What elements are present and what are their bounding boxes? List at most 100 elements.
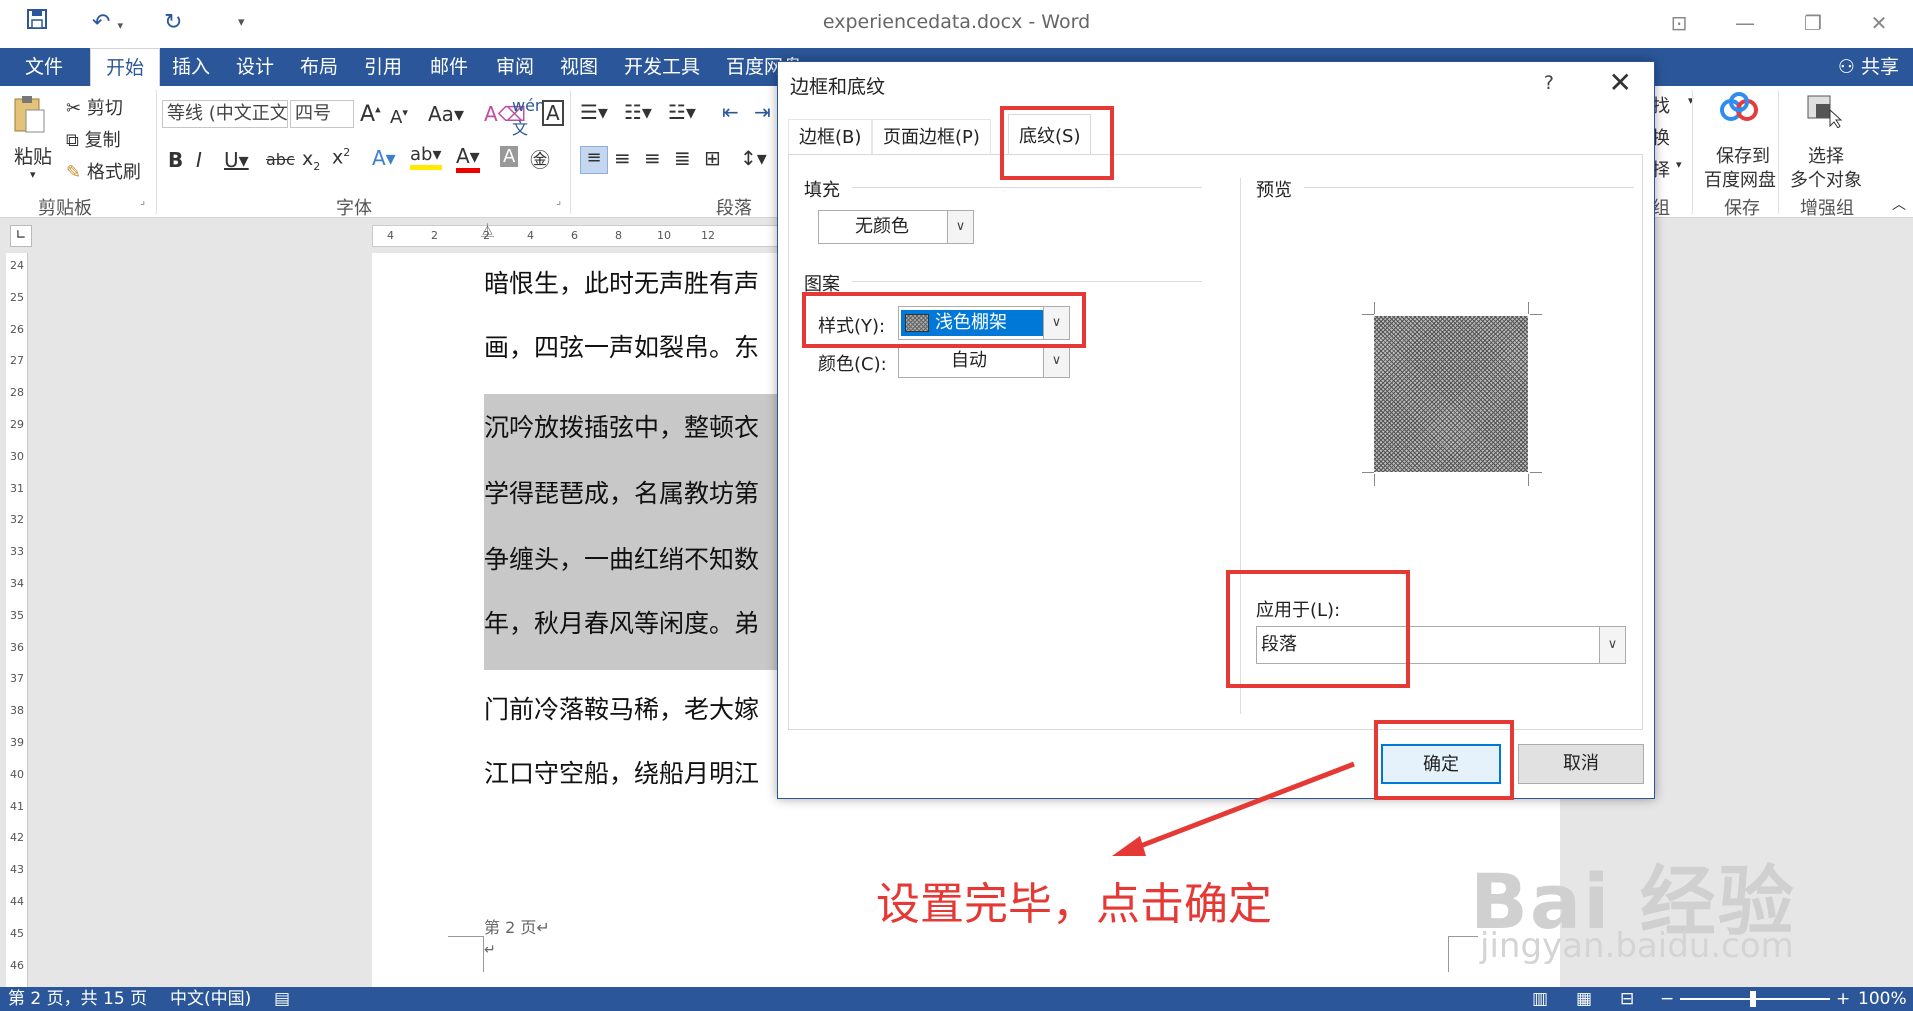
indent-marker-icon[interactable]: ⏅ (481, 220, 494, 239)
section-divider (852, 281, 1202, 282)
align-right-icon[interactable]: ≡ (644, 146, 661, 170)
preview-corner-mark (1374, 302, 1375, 314)
tab-selector-icon[interactable]: ∟ (10, 225, 32, 247)
select-dropdown-icon[interactable]: ▾ (1676, 158, 1682, 171)
print-layout-icon[interactable]: ▦ (1576, 987, 1592, 1011)
borders-shading-dialog: 边框和底纹 ? ✕ 边框(B) 页面边框(P) 底纹(S) 填充 无颜色 ∨ 图… (777, 61, 1655, 799)
font-size-combo[interactable]: 四号 (290, 100, 354, 128)
doc-line[interactable]: 门前冷落鞍马稀，老大嫁 (484, 690, 759, 726)
vertical-ruler: 24 25 26 27 28 29 30 31 32 33 34 35 36 37 38 39 40 41 42 43… (0, 253, 34, 987)
char-border-icon[interactable]: A (542, 100, 564, 126)
bullets-icon[interactable]: ☰▾ (580, 100, 608, 124)
document-title: experiencedata.docx - Word (822, 11, 1091, 33)
maximize-button[interactable]: ❐ (1794, 8, 1832, 38)
doc-line[interactable]: 画，四弦一声如裂帛。东 (484, 328, 759, 364)
doc-line[interactable]: 年，秋月春风等闲度。弟 (484, 604, 759, 640)
fill-color-combo[interactable]: 无颜色 ∨ (818, 210, 974, 244)
ribbon-display-icon[interactable]: ⊡ (1660, 8, 1698, 38)
select-label[interactable]: 选择 (1808, 142, 1844, 168)
bold-icon[interactable]: B (168, 148, 183, 172)
web-layout-icon[interactable]: ⊟ (1620, 987, 1634, 1011)
tab-mailings[interactable]: 邮件 (430, 48, 468, 86)
help-button[interactable]: ? (1544, 72, 1554, 94)
paste-button[interactable]: 粘贴 (14, 142, 52, 169)
doc-line[interactable]: 暗恨生，此时无声胜有声 (484, 264, 759, 300)
language-status[interactable]: 中文(中国) (170, 987, 251, 1011)
increase-indent-icon[interactable]: ⇥ (754, 100, 771, 124)
ruler-strip[interactable]: 4 2 2 4 6 8 10 12 ⏅ (372, 224, 790, 247)
paste-dropdown-icon[interactable]: ▾ (30, 168, 36, 181)
tab-developer[interactable]: 开发工具 (624, 48, 700, 86)
phonetic-guide-icon[interactable]: wén 文 (512, 96, 545, 139)
decrease-indent-icon[interactable]: ⇤ (722, 100, 739, 124)
grow-font-icon[interactable]: A▴ (360, 102, 381, 127)
tab-file[interactable]: 文件 (0, 48, 88, 86)
line-spacing-icon[interactable]: ↕▾ (740, 146, 767, 170)
person-icon: ⚇ (1837, 56, 1861, 78)
collapse-ribbon-icon[interactable]: ︿ (1892, 194, 1906, 214)
underline-icon[interactable]: U▾ (224, 148, 249, 172)
baidu-cloud-icon[interactable] (1718, 92, 1760, 129)
numbering-icon[interactable]: ☷▾ (624, 100, 652, 124)
cancel-button[interactable]: 取消 (1518, 744, 1644, 784)
multi-objects-label[interactable]: 多个对象 (1790, 166, 1862, 192)
clipboard-launcher-icon[interactable]: ⌟ (140, 194, 145, 207)
italic-icon[interactable]: I (196, 148, 202, 172)
char-shading-icon[interactable]: A (500, 146, 519, 167)
tab-home[interactable]: 开始 (90, 48, 160, 86)
tab-view[interactable]: 视图 (560, 48, 598, 86)
save-group-label: 保存 (1724, 198, 1760, 219)
change-case-icon[interactable]: Aa▾ (428, 102, 464, 126)
align-center-icon[interactable]: ≡ (614, 146, 631, 170)
cut-button[interactable]: ✂ 剪切 (66, 94, 123, 120)
vruler-strip: 24 25 26 27 28 29 30 31 32 33 34 35 36 37 38 39 40 41 42 43… (6, 253, 28, 987)
clipboard-group-label: 剪贴板 (38, 198, 92, 219)
read-mode-icon[interactable]: ▥ (1532, 987, 1548, 1011)
baidu-disk-label[interactable]: 百度网盘 (1704, 166, 1776, 192)
macro-record-icon[interactable]: ▤ (274, 987, 290, 1011)
doc-line[interactable]: 沉吟放拨插弦中，整顿衣 (484, 408, 759, 444)
font-family-combo[interactable]: 等线 (中文正文 (162, 100, 288, 128)
minimize-button[interactable]: — (1726, 8, 1764, 38)
align-left-icon[interactable]: ≡ (580, 146, 608, 174)
shrink-font-icon[interactable]: A▾ (390, 106, 408, 128)
tab-review[interactable]: 审阅 (496, 48, 534, 86)
tab-design[interactable]: 设计 (236, 48, 274, 86)
tab-insert[interactable]: 插入 (172, 48, 210, 86)
enclose-char-icon[interactable]: ㊎ (530, 144, 550, 173)
zoom-level[interactable]: 100% (1858, 987, 1907, 1011)
close-button[interactable]: ✕ (1860, 8, 1898, 38)
vruler-number: 35 (10, 608, 24, 622)
justify-icon[interactable]: ≣ (674, 146, 691, 170)
select-objects-icon[interactable] (1806, 94, 1843, 133)
save-to-label[interactable]: 保存到 (1716, 142, 1770, 168)
tab-layout[interactable]: 布局 (300, 48, 338, 86)
zoom-in-icon[interactable]: + (1836, 987, 1850, 1011)
tab-borders[interactable]: 边框(B) (788, 119, 873, 155)
dialog-close-button[interactable]: ✕ (1609, 66, 1632, 99)
strikethrough-icon[interactable]: abc (266, 150, 295, 169)
vruler-number: 44 (10, 895, 24, 908)
clipboard-icon[interactable] (12, 94, 46, 139)
zoom-out-icon[interactable]: − (1660, 987, 1674, 1011)
font-launcher-icon[interactable]: ⌟ (556, 194, 561, 207)
tab-page-border[interactable]: 页面边框(P) (872, 119, 991, 155)
share-button[interactable]: ⚇ 共享 (1838, 48, 1899, 86)
copy-button[interactable]: ⧉ 复制 (66, 126, 121, 152)
superscript-icon[interactable]: x2 (332, 146, 350, 168)
format-painter-button[interactable]: ✎ 格式刷 (66, 158, 141, 184)
doc-line[interactable]: 学得琵琶成，名属教坊第 (484, 474, 759, 510)
page-count-status[interactable]: 第 2 页，共 15 页 (8, 987, 147, 1011)
font-color-icon[interactable]: A▾ (456, 144, 480, 173)
subscript-icon[interactable]: x2 (302, 148, 320, 173)
pattern-color-combo[interactable]: 自动 ∨ (898, 344, 1070, 378)
tab-references[interactable]: 引用 (364, 48, 402, 86)
highlight-icon[interactable]: ab▾ (410, 144, 442, 170)
distribute-icon[interactable]: ⊞ (704, 146, 721, 170)
doc-line[interactable]: 江口守空船，绕船月明江 (484, 754, 759, 790)
multilevel-list-icon[interactable]: ☳▾ (668, 100, 696, 124)
text-effect-icon[interactable]: A▾ (372, 146, 396, 170)
vruler-number: 30 (10, 449, 24, 463)
zoom-slider-thumb[interactable] (1750, 991, 1756, 1007)
doc-line[interactable]: 争缠头，一曲红绡不知数 (484, 540, 759, 576)
